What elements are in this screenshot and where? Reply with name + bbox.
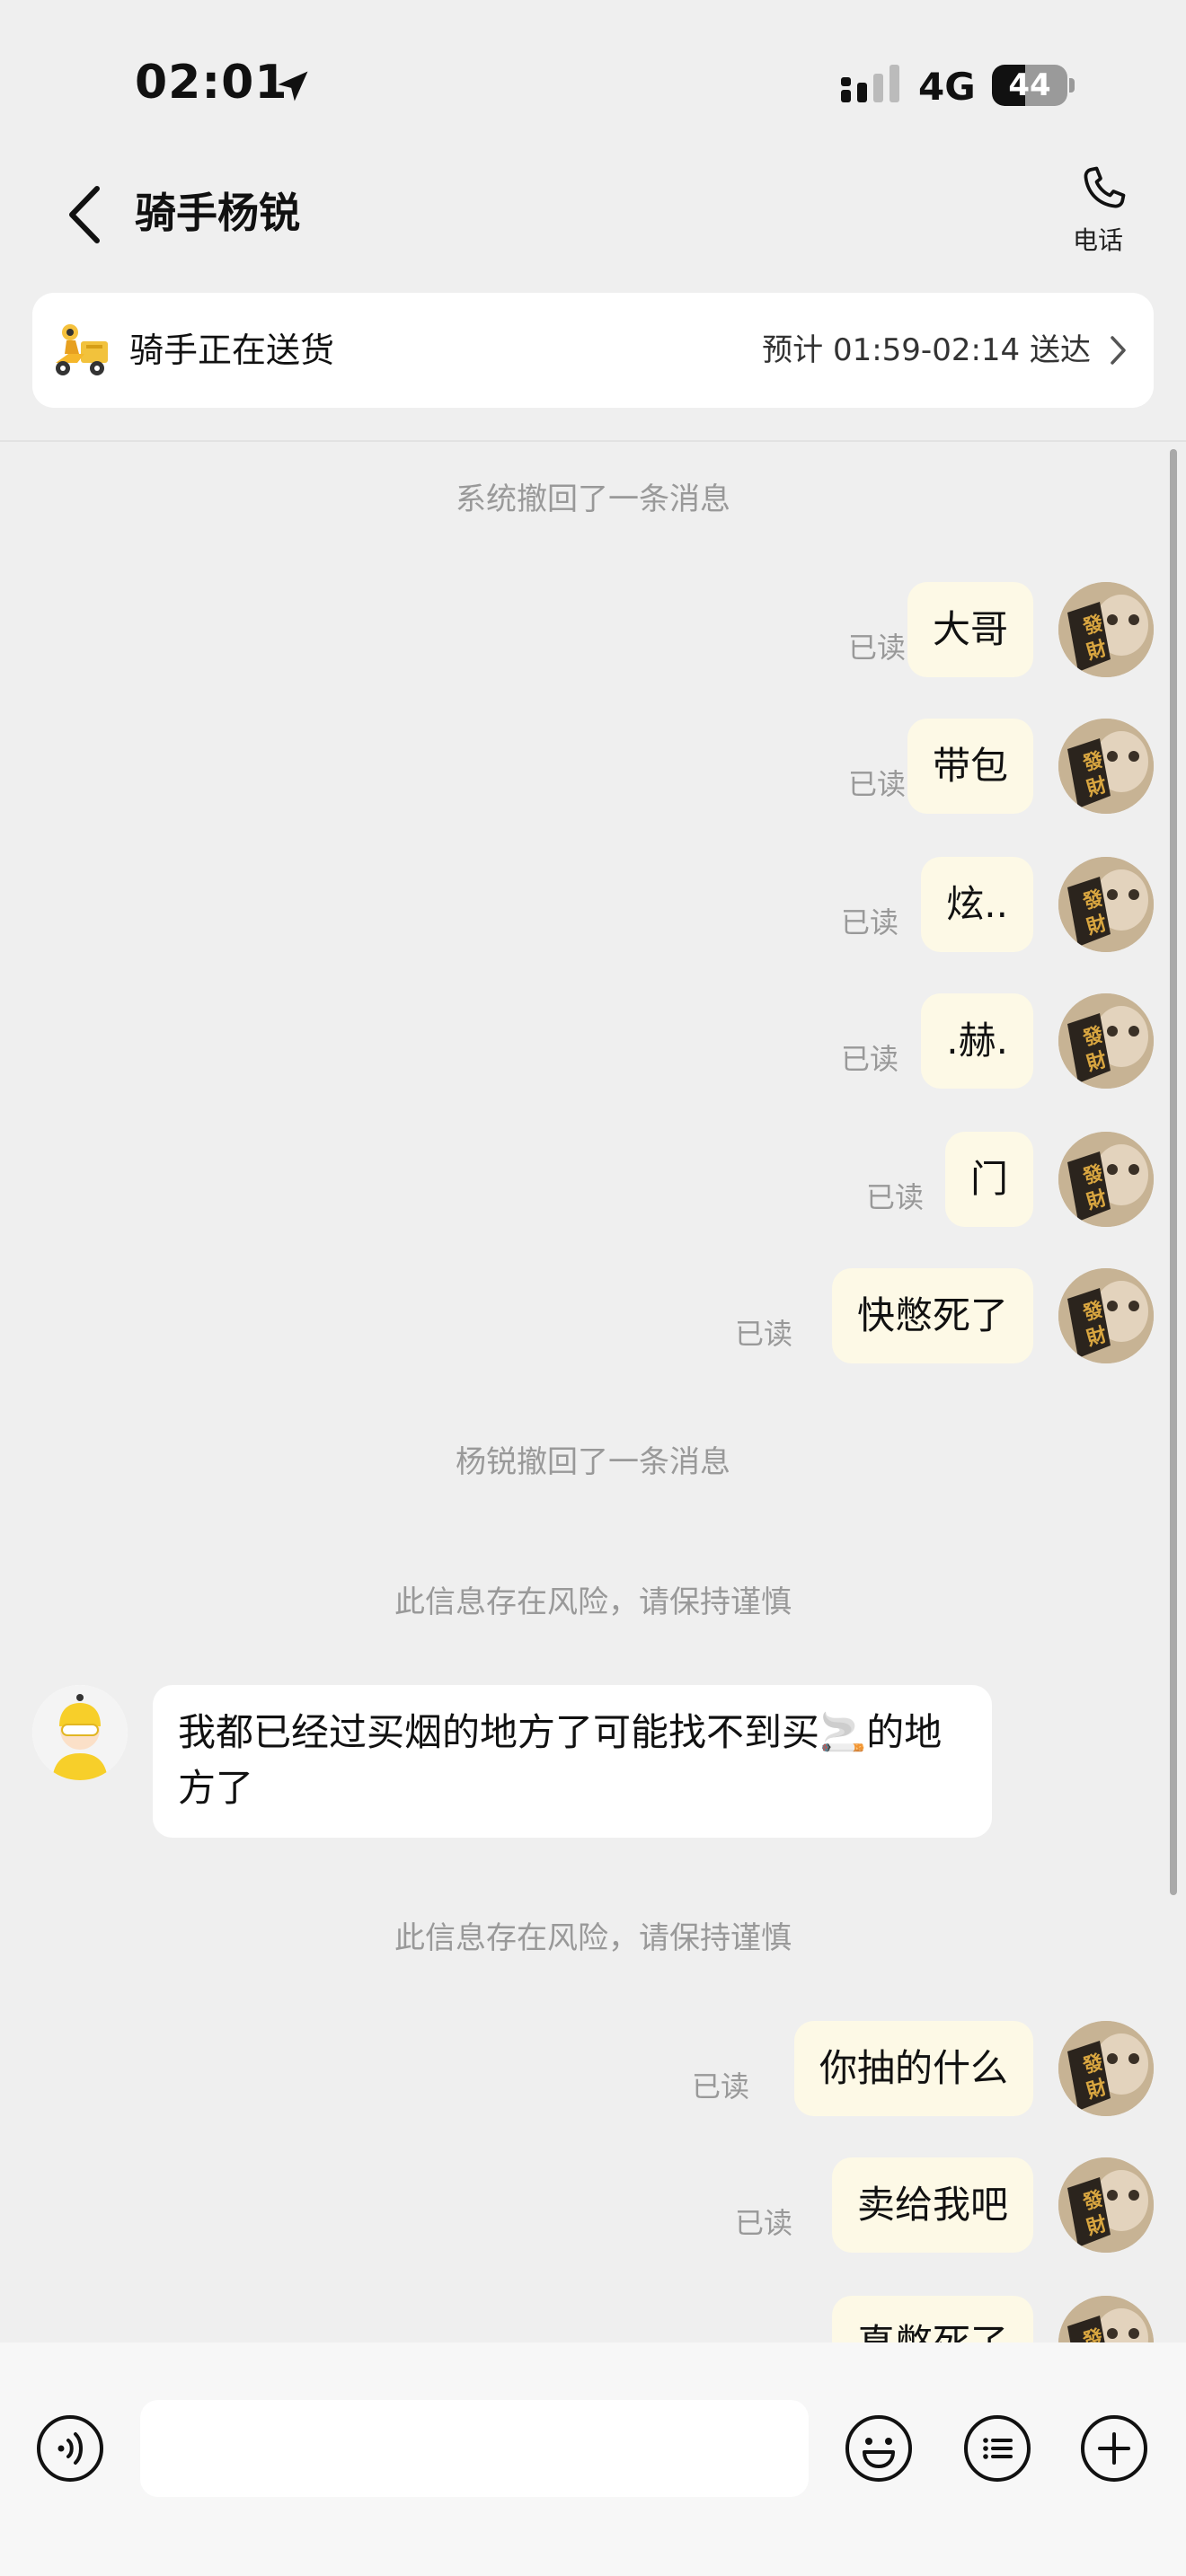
cat-avatar-icon: 發財 xyxy=(1058,2021,1154,2116)
cat-avatar-icon: 發財 xyxy=(1058,2157,1154,2253)
cat-avatar-icon: 發財 xyxy=(1058,857,1154,952)
system-recall-notice: 杨锐撤回了一条消息 xyxy=(456,1444,730,1480)
page-title: 骑手杨锐 xyxy=(135,189,300,237)
my-avatar[interactable]: 發財 xyxy=(1058,582,1154,677)
my-avatar[interactable]: 發財 xyxy=(1058,857,1154,952)
phone-icon xyxy=(1084,166,1126,208)
read-receipt: 已读 xyxy=(847,767,906,801)
message-input[interactable] xyxy=(140,2400,809,2497)
message-bubble[interactable]: 门 xyxy=(944,1132,1033,1227)
voice-input-icon[interactable] xyxy=(36,2414,104,2483)
message-bubble[interactable]: 炫.. xyxy=(921,857,1033,952)
divider xyxy=(0,440,1186,442)
scrollbar[interactable] xyxy=(1170,449,1177,1895)
read-receipt: 已读 xyxy=(865,1180,924,1214)
risk-warning: 此信息存在风险，请保持谨慎 xyxy=(394,1920,792,1956)
cat-avatar-icon: 發財 xyxy=(1058,1268,1154,1363)
read-receipt: 已读 xyxy=(691,2069,749,2104)
network-type: 4G xyxy=(918,65,976,109)
cat-avatar-icon: 發財 xyxy=(1058,582,1154,677)
read-receipt: 已读 xyxy=(840,1042,898,1076)
read-receipt: 已读 xyxy=(734,2206,792,2240)
delivery-status-text: 骑手正在送货 xyxy=(129,331,335,370)
my-avatar[interactable]: 發財 xyxy=(1058,719,1154,814)
cat-avatar-icon: 發財 xyxy=(1058,719,1154,814)
battery-icon: 44 xyxy=(992,65,1075,106)
my-avatar[interactable]: 發財 xyxy=(1058,1132,1154,1227)
my-avatar[interactable]: 發財 xyxy=(1058,1268,1154,1363)
message-bubble[interactable]: 带包 xyxy=(907,719,1033,814)
delivery-eta: 预计 01:59-02:14 送达 xyxy=(762,332,1091,368)
delivery-status-card[interactable]: 骑手正在送货 预计 01:59-02:14 送达 xyxy=(32,293,1154,408)
cat-avatar-icon: 發財 xyxy=(1058,1132,1154,1227)
message-bubble[interactable]: 大哥 xyxy=(907,582,1033,677)
message-bubble[interactable]: 你抽的什么 xyxy=(793,2021,1033,2116)
read-receipt: 已读 xyxy=(847,631,906,665)
nav-bar: 骑手杨锐 电话 xyxy=(0,162,1186,278)
call-button[interactable]: 电话 xyxy=(1060,162,1136,260)
signal-icon xyxy=(841,65,899,102)
message-bubble[interactable]: 卖给我吧 xyxy=(831,2157,1033,2253)
my-avatar[interactable]: 發財 xyxy=(1058,2157,1154,2253)
system-recall-notice: 系统撤回了一条消息 xyxy=(456,481,730,517)
battery-level: 44 xyxy=(1008,67,1051,103)
back-chevron-icon[interactable] xyxy=(61,183,111,246)
chevron-right-icon xyxy=(1111,336,1126,365)
rider-avatar-icon xyxy=(32,1685,128,1780)
plus-icon[interactable] xyxy=(1080,2414,1148,2483)
input-bar xyxy=(0,2342,1186,2576)
message-bubble[interactable]: .赫. xyxy=(921,993,1033,1089)
read-receipt: 已读 xyxy=(840,905,898,940)
my-avatar[interactable]: 發財 xyxy=(1058,2021,1154,2116)
emoji-icon[interactable] xyxy=(845,2414,913,2483)
status-time: 02:01 xyxy=(135,56,288,110)
status-bar: 02:01 4G 44 xyxy=(0,0,1186,162)
quick-reply-list-icon[interactable] xyxy=(963,2414,1031,2483)
message-bubble[interactable]: 快憋死了 xyxy=(831,1268,1033,1363)
rider-avatar[interactable] xyxy=(32,1685,128,1780)
message-bubble[interactable]: 我都已经过买烟的地方了可能找不到买🚬的地方了 xyxy=(153,1685,992,1838)
risk-warning: 此信息存在风险，请保持谨慎 xyxy=(394,1584,792,1620)
rider-scooter-icon xyxy=(56,324,108,375)
read-receipt: 已读 xyxy=(734,1317,792,1351)
call-label: 电话 xyxy=(1072,225,1123,255)
location-arrow-icon xyxy=(278,71,308,101)
my-avatar[interactable]: 發財 xyxy=(1058,993,1154,1089)
cat-avatar-icon: 發財 xyxy=(1058,993,1154,1089)
